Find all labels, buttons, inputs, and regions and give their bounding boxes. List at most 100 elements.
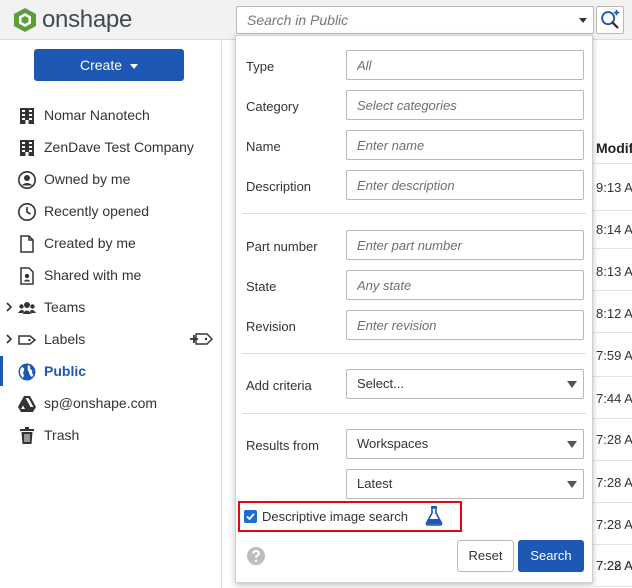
reset-button[interactable]: Reset: [457, 540, 514, 572]
row-divider: [593, 163, 632, 164]
table-row[interactable]: 7:44 A: [596, 391, 632, 406]
table-row[interactable]: 7:28 A: [596, 432, 632, 447]
label-icon: [18, 335, 37, 345]
onshape-logo-icon[interactable]: [12, 7, 38, 33]
part-number-label: Part number: [246, 239, 318, 254]
column-header-modified[interactable]: Modif: [596, 140, 632, 156]
sidebar-item-trash[interactable]: Trash: [0, 420, 222, 450]
sidebar-item-label: Created by me: [44, 235, 136, 251]
create-button[interactable]: Create: [34, 49, 184, 81]
advanced-search-panel: Type Category Name Description Part numb…: [235, 35, 593, 583]
search-dropdown-caret-icon[interactable]: [579, 18, 587, 23]
name-field[interactable]: [346, 130, 584, 160]
type-label: Type: [246, 59, 275, 74]
descriptive-image-search-highlight: Descriptive image search: [238, 501, 462, 532]
building-icon: [20, 108, 34, 124]
sidebar-item-public[interactable]: Public: [0, 356, 222, 386]
row-divider: [593, 502, 632, 503]
table-row[interactable]: 7:28 A: [596, 517, 632, 532]
add-label-icon[interactable]: [190, 330, 214, 348]
sidebar-item-label: sp@onshape.com: [44, 395, 158, 411]
logo-text: onshape: [42, 6, 132, 33]
descriptive-image-search-checkbox[interactable]: [244, 510, 257, 523]
category-field[interactable]: [346, 90, 584, 120]
state-field[interactable]: [346, 270, 584, 300]
add-criteria-select[interactable]: Select...: [346, 369, 584, 399]
section-divider: [242, 213, 586, 214]
add-criteria-value: Select...: [357, 376, 404, 391]
dropdown-arrow-icon: [567, 481, 577, 488]
sidebar-item-owned-by-me[interactable]: Owned by me: [0, 164, 222, 194]
row-divider: [593, 418, 632, 419]
teams-icon: [18, 302, 36, 314]
search-input[interactable]: [237, 7, 557, 33]
row-divider: [593, 460, 632, 461]
sidebar-item-label: ZenDave Test Company: [44, 139, 194, 155]
user-circle-icon: [18, 171, 36, 189]
section-divider: [242, 353, 586, 354]
table-row[interactable]: 7:59 A: [596, 348, 632, 363]
sidebar-item-shared-with-me[interactable]: Shared with me: [0, 260, 222, 290]
dropdown-arrow-icon: [567, 381, 577, 388]
row-divider: [593, 544, 632, 545]
revision-field[interactable]: [346, 310, 584, 340]
sidebar-item-created-by-me[interactable]: Created by me: [0, 228, 222, 258]
type-field[interactable]: [346, 50, 584, 80]
row-divider: [593, 332, 632, 333]
sidebar-item-label: Labels: [44, 331, 86, 347]
row-divider: [593, 586, 632, 587]
description-label: Description: [246, 179, 312, 194]
sidebar-item-label: Shared with me: [44, 267, 142, 283]
clock-icon: [18, 203, 36, 221]
sidebar-item-label: Recently opened: [44, 203, 150, 219]
sidebar-item-teams[interactable]: Teams: [0, 292, 222, 322]
descriptive-image-search-label[interactable]: Descriptive image search: [262, 509, 408, 524]
sidebar-item-nomar-nanotech[interactable]: Nomar Nanotech: [0, 100, 222, 130]
table-row[interactable]: 7:28 A: [596, 475, 632, 490]
advanced-search-button[interactable]: [596, 6, 624, 34]
flask-icon: [425, 506, 443, 526]
sidebar-item-recently-opened[interactable]: Recently opened: [0, 196, 222, 226]
table-row[interactable]: 7:22 A: [596, 558, 632, 573]
table-row[interactable]: 8:13 A: [596, 264, 632, 279]
results-from-label: Results from: [246, 438, 319, 453]
search-button[interactable]: Search: [518, 540, 584, 572]
sidebar-item-label: Teams: [44, 299, 86, 315]
building-icon: [20, 140, 34, 156]
results-from-value: Workspaces: [357, 436, 429, 451]
table-row[interactable]: 8:12 A: [596, 306, 632, 321]
row-divider: [593, 248, 632, 249]
row-divider: [593, 290, 632, 291]
results-from-select[interactable]: Workspaces: [346, 429, 584, 459]
add-criteria-label: Add criteria: [246, 378, 312, 393]
version-value: Latest: [357, 476, 393, 491]
sidebar-item-drive-account[interactable]: sp@onshape.com: [0, 388, 222, 418]
create-button-label: Create: [79, 57, 123, 73]
help-icon[interactable]: [246, 546, 266, 566]
top-bar: onshape: [0, 0, 632, 40]
sidebar-item-label: Owned by me: [44, 171, 131, 187]
sidebar-item-label: Trash: [44, 427, 80, 443]
chevron-right-icon[interactable]: [4, 333, 14, 345]
chevron-right-icon[interactable]: [4, 301, 14, 313]
category-label: Category: [246, 99, 299, 114]
search-box[interactable]: [236, 6, 594, 34]
row-divider: [593, 210, 632, 211]
part-number-field[interactable]: [346, 230, 584, 260]
name-label: Name: [246, 139, 281, 154]
drive-icon: [18, 396, 36, 412]
section-divider: [242, 413, 586, 414]
sidebar-item-label: Public: [44, 363, 87, 379]
dropdown-arrow-icon: [567, 441, 577, 448]
table-row[interactable]: 8:14 A: [596, 222, 632, 237]
search-plus-icon: [601, 9, 620, 29]
document-icon: [20, 235, 34, 253]
sidebar: Create Nomar Nanotech ZenDave Test Compa…: [0, 41, 222, 588]
globe-icon: [18, 363, 36, 381]
description-field[interactable]: [346, 170, 584, 200]
sidebar-item-labels[interactable]: Labels: [0, 324, 222, 354]
sidebar-item-label: Nomar Nanotech: [44, 107, 150, 123]
table-row[interactable]: 9:13 A: [596, 180, 632, 195]
version-select[interactable]: Latest: [346, 469, 584, 499]
sidebar-item-zendave-test-company[interactable]: ZenDave Test Company: [0, 132, 222, 162]
